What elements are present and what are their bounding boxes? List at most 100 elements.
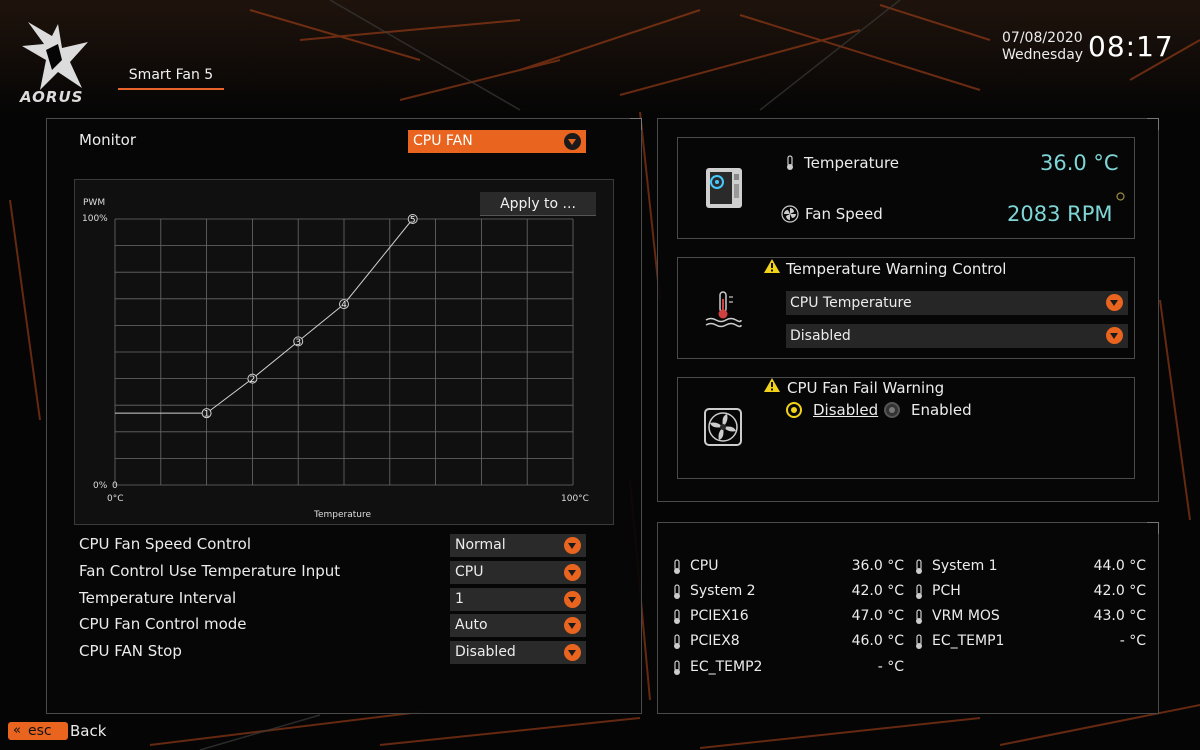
fan-stop-value: Disabled bbox=[455, 644, 516, 660]
x-tick-left: 0°C bbox=[107, 494, 124, 504]
date-text: 07/08/2020 bbox=[1002, 30, 1083, 46]
chevron-down-icon[interactable] bbox=[1106, 294, 1123, 311]
thermometer-icon bbox=[916, 584, 922, 599]
panel-corner-decoration bbox=[1147, 118, 1159, 130]
thermometer-icon bbox=[787, 155, 793, 170]
chevron-down-icon[interactable] bbox=[564, 564, 581, 581]
temperature-interval-value: 1 bbox=[455, 591, 464, 607]
setting-label-control-mode: CPU Fan Control mode bbox=[79, 615, 247, 633]
fan-speed-control-select[interactable]: Normal bbox=[450, 534, 586, 557]
fan-icon bbox=[781, 205, 799, 223]
thermometer-icon bbox=[674, 559, 680, 574]
sensor-name: System 2 bbox=[690, 583, 756, 599]
clock-time: 08:17 bbox=[1088, 30, 1174, 63]
fan-fail-warning-title: CPU Fan Fail Warning bbox=[787, 379, 945, 397]
sensor-value: 47.0 °C bbox=[851, 608, 904, 624]
monitor-fan-value: CPU FAN bbox=[413, 133, 473, 149]
panel-corner-decoration bbox=[1147, 522, 1159, 534]
temperature-input-value: CPU bbox=[455, 564, 484, 580]
panel-corner-decoration bbox=[630, 118, 642, 130]
warning-icon bbox=[764, 378, 780, 392]
temperature-interval-select[interactable]: 1 bbox=[450, 588, 586, 611]
y-axis-label: PWM bbox=[83, 198, 106, 208]
thermometer-icon bbox=[916, 609, 922, 624]
back-label[interactable]: Back bbox=[70, 722, 106, 740]
fan-fail-enabled-label[interactable]: Enabled bbox=[911, 401, 972, 419]
curve-point-label: 2 bbox=[250, 375, 256, 385]
fan-fail-disabled-radio[interactable] bbox=[786, 402, 802, 418]
sensor-name: PCH bbox=[932, 583, 961, 599]
status-fan-speed-label: Fan Speed bbox=[805, 205, 883, 223]
sensor-name: EC_TEMP1 bbox=[932, 633, 1005, 649]
curve-point-label: 5 bbox=[410, 216, 416, 226]
thermometer-icon bbox=[674, 660, 680, 675]
setting-label-temperature-interval: Temperature Interval bbox=[79, 589, 237, 607]
date-display: 07/08/2020 Wednesday bbox=[1002, 30, 1083, 64]
chevron-down-icon[interactable] bbox=[564, 617, 581, 634]
thermometer-icon bbox=[674, 584, 680, 599]
chevron-down-icon[interactable] bbox=[564, 133, 581, 150]
weekday-text: Wednesday bbox=[1002, 47, 1084, 63]
sensor-value: 43.0 °C bbox=[1093, 608, 1146, 624]
sensor-value: 44.0 °C bbox=[1093, 558, 1146, 574]
fan-fail-disabled-label[interactable]: Disabled bbox=[813, 401, 878, 419]
curve-point-label: 1 bbox=[204, 410, 210, 420]
chevron-down-icon[interactable] bbox=[564, 537, 581, 554]
double-chevron-left-icon: « bbox=[13, 723, 21, 738]
monitor-label: Monitor bbox=[79, 131, 137, 149]
sensor-name: PCIEX16 bbox=[690, 608, 749, 624]
temperature-warning-value: Disabled bbox=[790, 328, 851, 344]
esc-button[interactable]: « esc bbox=[8, 722, 68, 740]
x-tick-right: 100°C bbox=[561, 494, 589, 504]
heat-thermometer-icon bbox=[705, 291, 742, 328]
fan-speed-indicator-icon bbox=[1116, 192, 1125, 201]
thermometer-icon bbox=[916, 559, 922, 574]
status-temperature-label: Temperature bbox=[804, 154, 900, 172]
brand-logo-text: AORUS bbox=[20, 88, 84, 106]
sensor-name: PCIEX8 bbox=[690, 633, 740, 649]
x-axis-label: Temperature bbox=[314, 510, 372, 520]
y-tick-top: 100% bbox=[82, 214, 108, 224]
chevron-down-icon[interactable] bbox=[1106, 327, 1123, 344]
chevron-down-icon[interactable] bbox=[564, 591, 581, 608]
temperature-warning-select[interactable]: Disabled bbox=[786, 324, 1128, 348]
status-temperature-value: 36.0 °C bbox=[1040, 151, 1119, 175]
warning-icon bbox=[764, 259, 780, 273]
setting-label-fan-speed-control: CPU Fan Speed Control bbox=[79, 535, 251, 553]
sensor-value: - °C bbox=[877, 659, 904, 675]
control-mode-value: Auto bbox=[455, 617, 488, 633]
sensor-name: CPU bbox=[690, 558, 719, 574]
fan-curve-line bbox=[115, 218, 414, 414]
temperature-warning-title: Temperature Warning Control bbox=[786, 260, 1007, 278]
temperature-source-select[interactable]: CPU Temperature bbox=[786, 291, 1128, 315]
sensor-value: 42.0 °C bbox=[851, 583, 904, 599]
curve-point-label: 3 bbox=[295, 338, 301, 348]
fan-stop-select[interactable]: Disabled bbox=[450, 641, 586, 664]
sensor-name: System 1 bbox=[932, 558, 998, 574]
sensor-value: - °C bbox=[1119, 633, 1146, 649]
curve-point-label: 4 bbox=[341, 301, 347, 311]
status-fan-speed-value: 2083 RPM bbox=[1007, 202, 1113, 226]
sensor-value: 36.0 °C bbox=[851, 558, 904, 574]
chevron-down-icon[interactable] bbox=[564, 644, 581, 661]
tab-smart-fan-5[interactable]: Smart Fan 5 bbox=[118, 64, 224, 90]
thermometer-icon bbox=[916, 634, 922, 649]
thermometer-icon bbox=[674, 609, 680, 624]
fan-speed-control-value: Normal bbox=[455, 537, 506, 553]
control-mode-select[interactable]: Auto bbox=[450, 614, 586, 637]
thermometer-icon bbox=[674, 634, 680, 649]
sensor-value: 46.0 °C bbox=[851, 633, 904, 649]
sensor-name: VRM MOS bbox=[932, 608, 1000, 624]
monitor-fan-select[interactable]: CPU FAN bbox=[408, 130, 586, 153]
setting-label-temperature-input: Fan Control Use Temperature Input bbox=[79, 562, 341, 580]
fan-curve-chart[interactable]: 1 2 3 4 5 bbox=[74, 179, 614, 525]
sensor-name: EC_TEMP2 bbox=[690, 659, 763, 675]
chart-grid bbox=[114, 218, 574, 486]
esc-label: esc bbox=[28, 723, 52, 739]
origin-label: 0 bbox=[112, 481, 118, 491]
temperature-input-select[interactable]: CPU bbox=[450, 561, 586, 584]
temperature-source-value: CPU Temperature bbox=[790, 295, 912, 311]
setting-label-fan-stop: CPU FAN Stop bbox=[79, 642, 182, 660]
y-tick-bottom: 0% bbox=[93, 481, 108, 491]
fan-fail-enabled-radio[interactable] bbox=[884, 402, 900, 418]
